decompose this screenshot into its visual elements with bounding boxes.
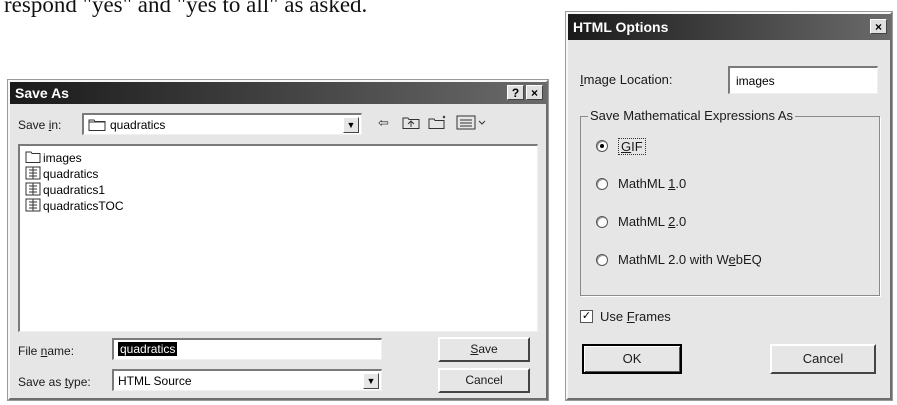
chevron-down-icon[interactable]: ▼ [363,373,379,389]
file-list[interactable]: images quadratics quadratics1 quadratics… [18,144,538,332]
radio-button[interactable] [596,254,608,266]
save-type-label: Save as type: [18,375,91,389]
close-button[interactable]: × [526,85,543,100]
list-item[interactable]: quadraticsTOC [25,198,123,214]
new-folder-icon[interactable] [428,115,448,133]
document-text: respond "yes" and "yes to all" as asked. [4,0,368,17]
html-options-dialog: HTML Options × Image Location: images Sa… [565,11,893,401]
help-button[interactable]: ? [507,85,524,100]
image-location-label: Image Location: [580,72,673,87]
chevron-down-icon[interactable]: ▼ [343,117,359,133]
close-button[interactable]: × [870,19,887,34]
checkbox-checked-icon[interactable]: ✓ [580,310,593,323]
radio-mathml-2[interactable]: MathML 2.0 [596,212,796,234]
list-item[interactable]: images [25,150,82,166]
file-name-input[interactable]: quadratics [112,338,382,360]
view-menu-icon[interactable] [456,115,486,133]
document-icon [25,198,41,216]
radio-mathml-1[interactable]: MathML 1.0 [596,174,796,196]
save-type-value: HTML Source [118,374,192,388]
folder-icon [25,150,41,167]
folder-icon [88,118,106,136]
list-item[interactable]: quadratics [25,166,98,182]
image-location-input[interactable]: images [728,66,878,94]
radio-button[interactable] [596,140,608,152]
save-in-dropdown[interactable]: quadratics ▼ [82,113,362,135]
html-options-titlebar[interactable]: HTML Options × [568,14,890,40]
back-arrow-icon[interactable]: ⇦ [378,115,389,131]
save-type-dropdown[interactable]: HTML Source ▼ [112,369,382,391]
save-math-group-title: Save Mathematical Expressions As [588,108,796,123]
save-in-label: Save in: [18,118,62,132]
list-item[interactable]: quadratics1 [25,182,105,198]
save-as-dialog: Save As ? × Save in: quadratics ▼ ⇦ imag… [7,79,549,401]
document-text-line: respond "yes" and "yes to all" as asked. [0,0,570,34]
radio-button[interactable] [596,178,608,190]
cancel-button[interactable]: Cancel [770,344,876,374]
radio-mathml-webeq[interactable]: MathML 2.0 with WebEQ [596,250,856,272]
file-name-value: quadratics [118,342,178,356]
use-frames-checkbox[interactable]: ✓ Use Frames [580,308,780,328]
image-location-value: images [736,74,775,88]
file-name-label: File name: [18,344,75,358]
save-as-title: Save As [15,85,69,101]
ok-button[interactable]: OK [582,344,682,374]
save-in-value: quadratics [110,118,166,132]
up-folder-icon[interactable] [402,115,420,133]
save-as-titlebar[interactable]: Save As ? × [10,82,546,104]
radio-button[interactable] [596,216,608,228]
radio-gif[interactable]: GIF [596,136,796,158]
cancel-button[interactable]: Cancel [438,368,530,393]
html-options-title: HTML Options [573,19,669,35]
save-button[interactable]: Save [438,337,530,362]
